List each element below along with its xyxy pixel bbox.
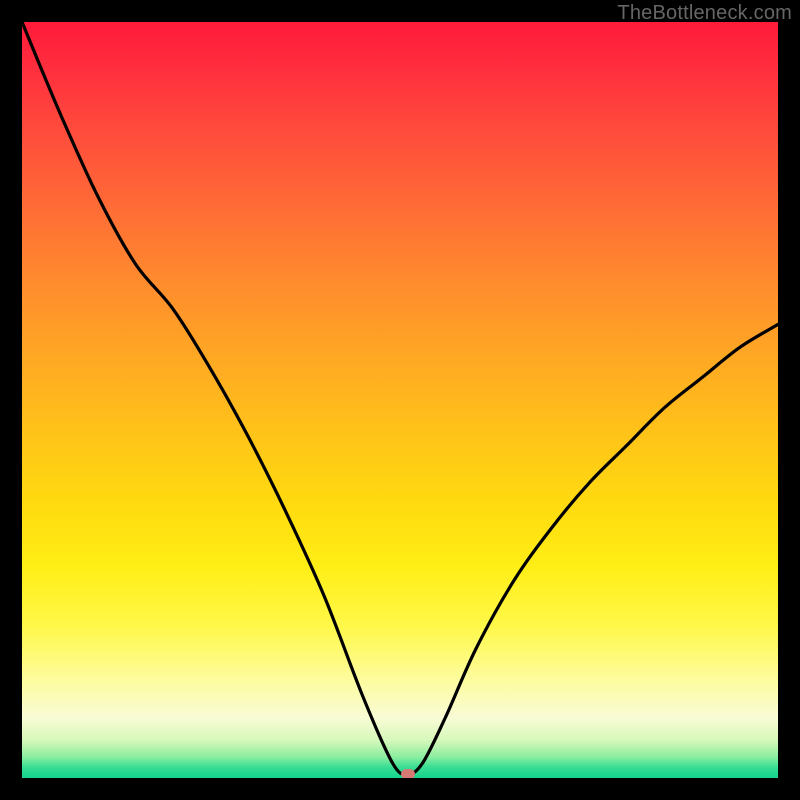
curve-path — [22, 22, 778, 774]
minimum-marker — [401, 769, 415, 778]
bottleneck-curve — [22, 22, 778, 778]
watermark-text: TheBottleneck.com — [617, 2, 792, 25]
chart-container: TheBottleneck.com — [0, 0, 800, 800]
plot-area — [22, 22, 778, 778]
